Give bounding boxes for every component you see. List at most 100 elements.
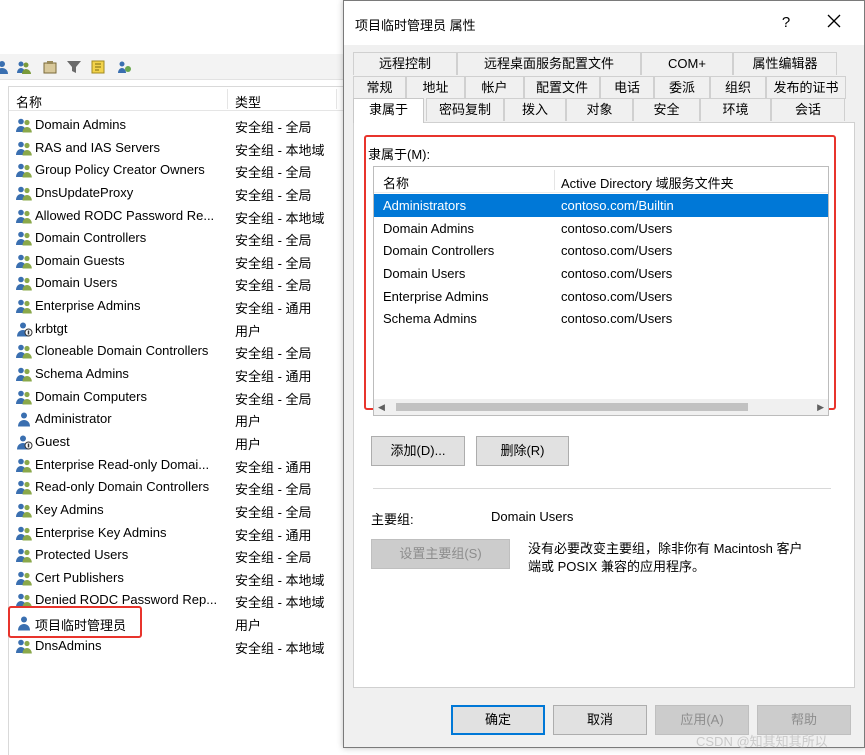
list-item[interactable]: Enterprise Read-only Domai... 安全组 - 通用 bbox=[9, 454, 346, 477]
member-list-header: 名称 Active Directory 域服务文件夹 bbox=[374, 167, 828, 193]
column-header-name[interactable]: 名称 bbox=[16, 92, 42, 111]
filter-icon[interactable] bbox=[66, 59, 82, 75]
remove-button[interactable]: 删除(R) bbox=[476, 436, 569, 466]
new-group-icon[interactable] bbox=[16, 59, 32, 75]
column-header-type[interactable]: 类型 bbox=[235, 92, 261, 111]
tab-row1-3[interactable]: 属性编辑器 bbox=[733, 52, 837, 75]
scroll-left-icon[interactable]: ◀ bbox=[378, 402, 385, 413]
group-folder: contoso.com/Users bbox=[561, 311, 673, 327]
horizontal-scrollbar[interactable]: ◀ ▶ bbox=[374, 399, 828, 415]
item-type: 用户 bbox=[235, 414, 262, 430]
list-item[interactable]: Domain Admins 安全组 - 全局 bbox=[9, 114, 346, 137]
item-type: 安全组 - 通用 bbox=[235, 301, 312, 317]
member-row[interactable]: Enterprise Admins contoso.com/Users bbox=[374, 285, 828, 308]
tab-row2-4[interactable]: 电话 bbox=[600, 76, 654, 99]
item-name: Group Policy Creator Owners bbox=[35, 162, 205, 178]
close-button[interactable] bbox=[820, 11, 848, 35]
list-item[interactable]: Enterprise Key Admins 安全组 - 通用 bbox=[9, 522, 346, 545]
tab-row1-2[interactable]: COM+ bbox=[641, 52, 733, 75]
item-type: 安全组 - 通用 bbox=[235, 369, 312, 385]
item-type: 安全组 - 全局 bbox=[235, 120, 312, 135]
tab-row3-2[interactable]: 拨入 bbox=[504, 98, 566, 121]
item-name: Administrator bbox=[35, 411, 112, 427]
tab-row2-7[interactable]: 发布的证书 bbox=[766, 76, 846, 99]
member-of-list[interactable]: 名称 Active Directory 域服务文件夹 Administrator… bbox=[373, 166, 829, 416]
group-icon bbox=[15, 389, 33, 405]
primary-group-value: Domain Users bbox=[491, 509, 574, 524]
cancel-button[interactable]: 取消 bbox=[553, 705, 647, 735]
list-item[interactable]: Domain Computers 安全组 - 全局 bbox=[9, 386, 346, 409]
list-item[interactable]: Allowed RODC Password Re... 安全组 - 本地域 bbox=[9, 205, 346, 228]
console-toolbar bbox=[0, 54, 345, 80]
list-item[interactable]: Guest 用户 bbox=[9, 431, 346, 454]
note-line-1: 没有必要改变主要组，除非你有 Macintosh 客户 bbox=[528, 541, 803, 556]
tab-row3-3[interactable]: 对象 bbox=[566, 98, 633, 121]
column-header-folder[interactable]: Active Directory 域服务文件夹 bbox=[561, 173, 734, 192]
member-row[interactable]: Administrators contoso.com/Builtin bbox=[374, 194, 828, 217]
tab-row2-6[interactable]: 组织 bbox=[710, 76, 766, 99]
list-item[interactable]: Protected Users 安全组 - 全局 bbox=[9, 544, 346, 567]
list-item[interactable]: DnsAdmins 安全组 - 本地域 bbox=[9, 635, 346, 658]
list-item[interactable]: Key Admins 安全组 - 全局 bbox=[9, 499, 346, 522]
column-header-name[interactable]: 名称 bbox=[383, 173, 409, 192]
group-name: Enterprise Admins bbox=[383, 288, 489, 304]
item-name: Domain Admins bbox=[35, 117, 127, 132]
tab-row2-5[interactable]: 委派 bbox=[654, 76, 710, 99]
member-row[interactable]: Domain Admins contoso.com/Users bbox=[374, 217, 828, 240]
tab-row1-1[interactable]: 远程桌面服务配置文件 bbox=[457, 52, 641, 75]
tab-row2-3[interactable]: 配置文件 bbox=[524, 76, 600, 99]
group-folder: contoso.com/Users bbox=[561, 266, 673, 282]
list-item[interactable]: Domain Controllers 安全组 - 全局 bbox=[9, 227, 346, 250]
new-ou-icon[interactable] bbox=[42, 59, 58, 75]
console-top-area bbox=[0, 0, 345, 50]
item-name: Cloneable Domain Controllers bbox=[35, 343, 209, 359]
item-type: 安全组 - 本地域 bbox=[235, 595, 325, 611]
scroll-right-icon[interactable]: ▶ bbox=[817, 402, 824, 413]
list-item[interactable]: Cert Publishers 安全组 - 本地域 bbox=[9, 567, 346, 590]
group-icon bbox=[15, 366, 33, 382]
list-item[interactable]: Schema Admins 安全组 - 通用 bbox=[9, 363, 346, 386]
list-header: 名称 类型 bbox=[9, 87, 346, 111]
user-icon bbox=[15, 411, 33, 427]
list-item[interactable]: Domain Guests 安全组 - 全局 bbox=[9, 250, 346, 273]
tab-row1-0[interactable]: 远程控制 bbox=[353, 52, 457, 75]
user-toolbar-icon[interactable] bbox=[0, 59, 10, 75]
tab-panel-member-of: 隶属于(M): 名称 Active Directory 域服务文件夹 Admin… bbox=[353, 122, 855, 688]
list-item[interactable]: Administrator 用户 bbox=[9, 408, 346, 431]
member-row[interactable]: Schema Admins contoso.com/Users bbox=[374, 307, 828, 330]
group-icon bbox=[15, 298, 33, 314]
ok-button[interactable]: 确定 bbox=[451, 705, 545, 735]
list-item[interactable]: DnsUpdateProxy 安全组 - 全局 bbox=[9, 182, 346, 205]
group-name: Administrators bbox=[383, 198, 467, 213]
scrollbar-thumb[interactable] bbox=[396, 403, 748, 411]
tab-row3-6[interactable]: 会话 bbox=[771, 98, 845, 121]
tab-row2-0[interactable]: 常规 bbox=[353, 76, 406, 99]
tab-row3-1[interactable]: 密码复制 bbox=[426, 98, 504, 121]
list-item[interactable]: RAS and IAS Servers 安全组 - 本地域 bbox=[9, 137, 346, 160]
list-item[interactable]: Domain Users 安全组 - 全局 bbox=[9, 272, 346, 295]
tab-row3-4[interactable]: 安全 bbox=[633, 98, 700, 121]
list-item[interactable]: Read-only Domain Controllers 安全组 - 全局 bbox=[9, 476, 346, 499]
item-type: 安全组 - 全局 bbox=[235, 187, 312, 203]
tab-row3-0[interactable]: 隶属于 bbox=[353, 98, 424, 123]
tab-row2-2[interactable]: 帐户 bbox=[465, 76, 524, 99]
set-primary-group-button[interactable]: 设置主要组(S) bbox=[371, 539, 510, 569]
member-row[interactable]: Domain Users contoso.com/Users bbox=[374, 262, 828, 285]
add-button[interactable]: 添加(D)... bbox=[371, 436, 465, 466]
object-list[interactable]: 名称 类型 Domain Admins 安全组 - 全局 RAS and IAS S… bbox=[8, 86, 346, 755]
add-to-group-icon[interactable] bbox=[116, 59, 132, 75]
tab-row3-5[interactable]: 环境 bbox=[700, 98, 771, 121]
list-item[interactable]: Group Policy Creator Owners 安全组 - 全局 bbox=[9, 159, 346, 182]
tab-row2-1[interactable]: 地址 bbox=[406, 76, 465, 99]
group-icon bbox=[15, 230, 33, 246]
list-item[interactable]: Cloneable Domain Controllers 安全组 - 全局 bbox=[9, 340, 346, 363]
list-item[interactable]: Enterprise Admins 安全组 - 通用 bbox=[9, 295, 346, 318]
column-separator bbox=[554, 170, 555, 190]
item-type: 用户 bbox=[235, 323, 262, 339]
item-type: 安全组 - 通用 bbox=[235, 459, 312, 475]
member-row[interactable]: Domain Controllers contoso.com/Users bbox=[374, 239, 828, 262]
help-title-button[interactable]: ? bbox=[772, 11, 800, 35]
list-item[interactable]: krbtgt 用户 bbox=[9, 318, 346, 341]
item-type: 安全组 - 全局 bbox=[235, 165, 312, 181]
query-icon[interactable] bbox=[90, 59, 106, 75]
